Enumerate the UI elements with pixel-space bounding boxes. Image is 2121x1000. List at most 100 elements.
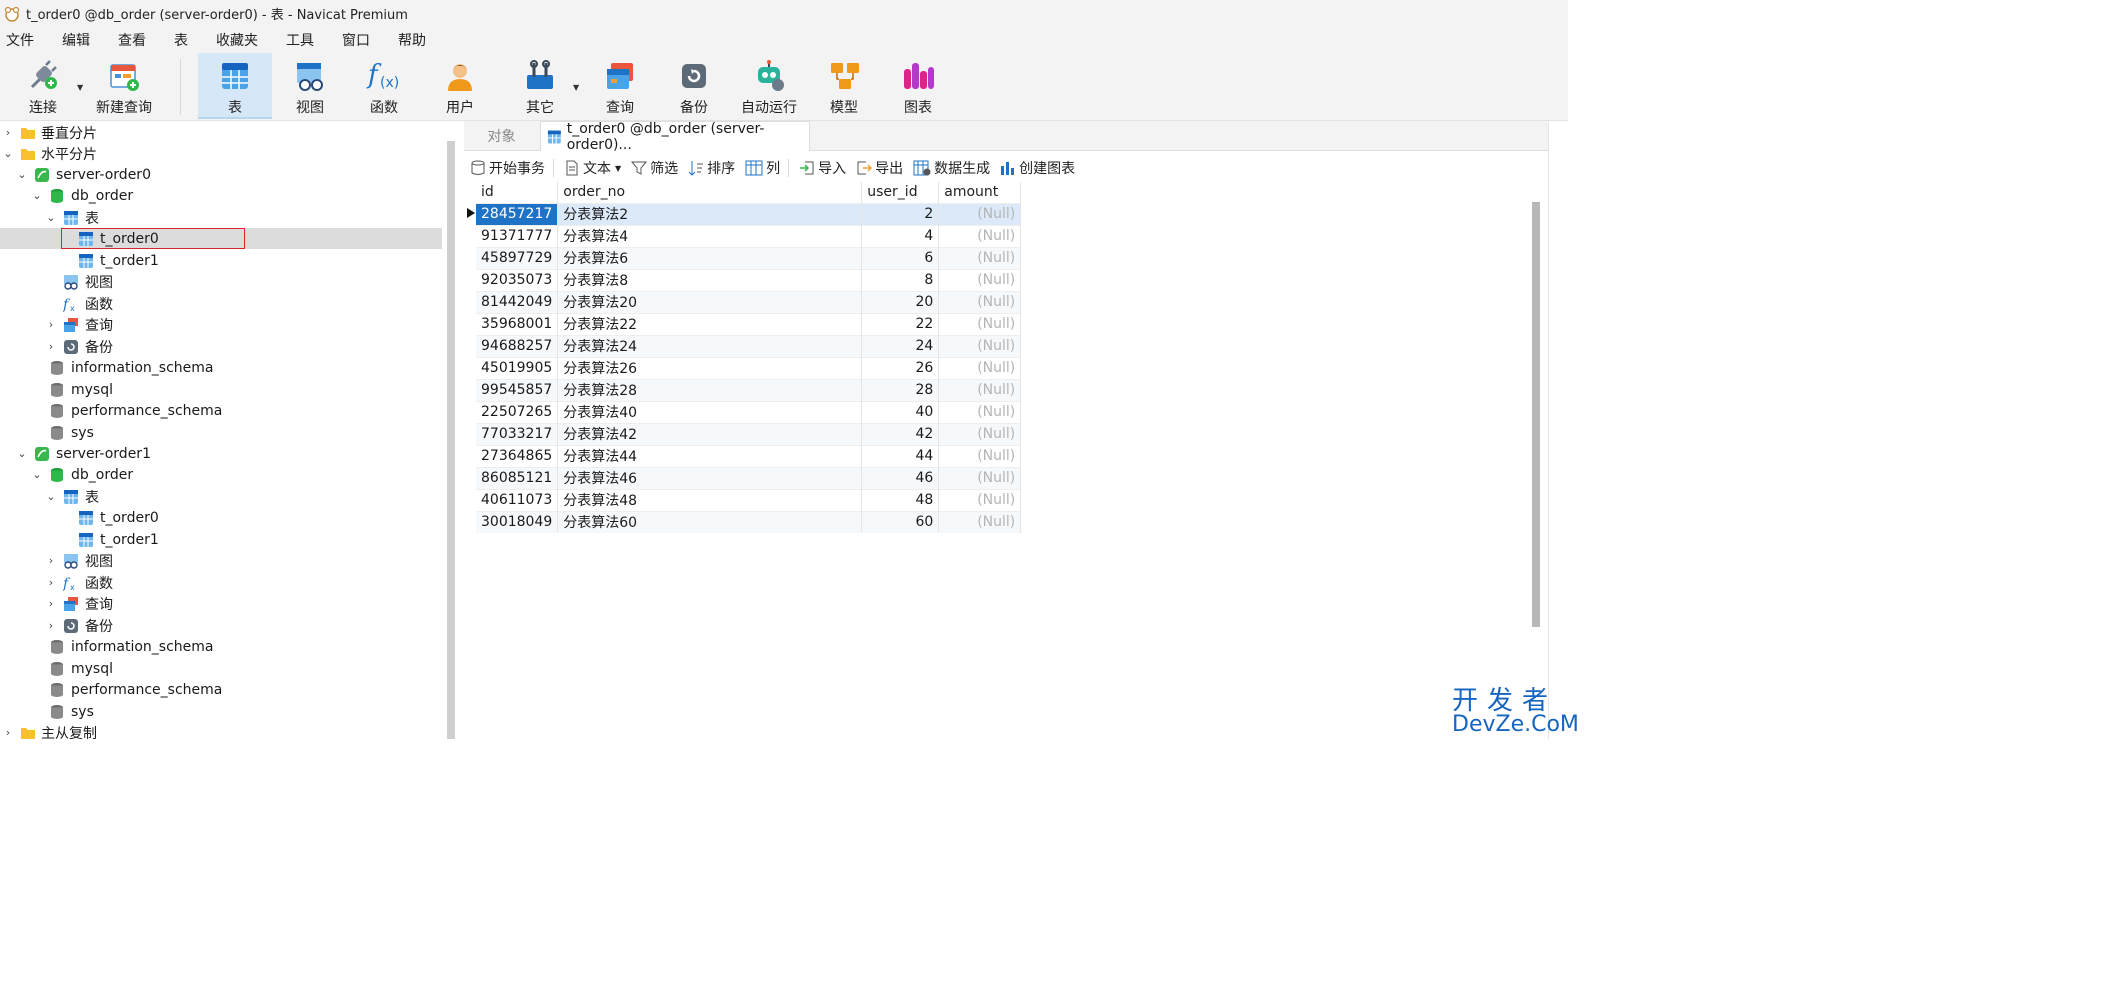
tree-node-server-order1[interactable]: ⌄ server-order1 xyxy=(0,443,442,464)
chevron-right-icon[interactable]: › xyxy=(2,726,14,739)
tree-node-views[interactable]: 视图 xyxy=(0,271,442,292)
cell-id[interactable]: 27364865 xyxy=(476,444,559,467)
menu-view[interactable]: 查看 xyxy=(112,30,160,50)
chevron-right-icon[interactable]: › xyxy=(45,318,57,331)
table-row[interactable]: 86085121 分表算法46 46 (Null) xyxy=(476,466,1022,489)
table-row[interactable]: 94688257 分表算法24 24 (Null) xyxy=(476,334,1022,357)
chevron-right-icon[interactable]: › xyxy=(45,597,57,610)
cell-user-id[interactable]: 42 xyxy=(861,422,940,445)
query-button[interactable]: 查询 xyxy=(590,53,650,119)
backup-button[interactable]: 备份 xyxy=(664,53,724,119)
cell-id[interactable]: 22507265 xyxy=(476,400,559,423)
cell-user-id[interactable]: 6 xyxy=(861,246,940,269)
tree-node-db-order[interactable]: ⌄ db_order xyxy=(0,185,442,206)
table-button[interactable]: 表 xyxy=(198,53,272,119)
cell-order-no[interactable]: 分表算法40 xyxy=(557,400,863,423)
tree-node-tables[interactable]: ⌄ 表 xyxy=(0,207,442,228)
cell-order-no[interactable]: 分表算法42 xyxy=(557,422,863,445)
cell-user-id[interactable]: 44 xyxy=(861,444,940,467)
tree-node-horizontal-sharding[interactable]: ⌄ 水平分片 xyxy=(0,143,442,164)
tree-node-functions[interactable]: › f x 函数 xyxy=(0,572,442,593)
grid-scrollbar[interactable] xyxy=(1528,182,1548,739)
cell-id[interactable]: 35968001 xyxy=(476,312,559,335)
table-row[interactable]: 99545857 分表算法28 28 (Null) xyxy=(476,378,1022,401)
tree-node-mysql[interactable]: mysql xyxy=(0,658,442,679)
tree-node-information-schema[interactable]: information_schema xyxy=(0,636,442,657)
cell-id[interactable]: 86085121 xyxy=(476,466,559,489)
tree-node-views[interactable]: › 视图 xyxy=(0,550,442,571)
cell-user-id[interactable]: 46 xyxy=(861,466,940,489)
table-row[interactable]: 27364865 分表算法44 44 (Null) xyxy=(476,444,1022,467)
tree-node-performance-schema[interactable]: performance_schema xyxy=(0,400,442,421)
chevron-down-icon[interactable]: ⌄ xyxy=(45,211,57,224)
view-button[interactable]: 视图 xyxy=(280,53,340,119)
table-row[interactable]: 45897729 分表算法6 6 (Null) xyxy=(476,246,1022,269)
chevron-right-icon[interactable]: › xyxy=(2,126,14,139)
connect-dropdown-icon[interactable]: ▼ xyxy=(77,83,83,92)
cell-order-no[interactable]: 分表算法2 xyxy=(557,202,863,225)
data-generation-button[interactable]: 数据生成 xyxy=(913,158,990,178)
cell-order-no[interactable]: 分表算法22 xyxy=(557,312,863,335)
cell-id[interactable]: 45897729 xyxy=(476,246,559,269)
table-row[interactable]: 77033217 分表算法42 42 (Null) xyxy=(476,422,1022,445)
sort-button[interactable]: 排序 xyxy=(688,158,735,178)
cell-user-id[interactable]: 24 xyxy=(861,334,940,357)
tree-node-queries[interactable]: › 查询 xyxy=(0,593,442,614)
other-dropdown-icon[interactable]: ▼ xyxy=(573,83,579,92)
cell-order-no[interactable]: 分表算法60 xyxy=(557,510,863,533)
tree-scrollbar[interactable] xyxy=(442,121,464,739)
tree-node-sys[interactable]: sys xyxy=(0,701,442,722)
chevron-down-icon[interactable]: ⌄ xyxy=(2,147,14,160)
chevron-down-icon[interactable]: ⌄ xyxy=(16,447,28,460)
table-row[interactable]: 91371777 分表算法4 4 (Null) xyxy=(476,224,1022,247)
column-header-user-id[interactable]: user_id xyxy=(861,182,940,203)
menu-tools[interactable]: 工具 xyxy=(280,30,328,50)
cell-amount[interactable]: (Null) xyxy=(938,202,1022,225)
cell-amount[interactable]: (Null) xyxy=(938,334,1022,357)
chevron-down-icon[interactable]: ⌄ xyxy=(31,468,43,481)
connect-button[interactable]: 连接 xyxy=(14,53,72,119)
tree-node-mysql[interactable]: mysql xyxy=(0,379,442,400)
cell-id[interactable]: 40611073 xyxy=(476,488,559,511)
tree-node-information-schema[interactable]: information_schema xyxy=(0,357,442,378)
table-row[interactable]: 30018049 分表算法60 60 (Null) xyxy=(476,510,1022,533)
tree-node-master-slave[interactable]: › 主从复制 xyxy=(0,722,442,740)
cell-id[interactable]: 81442049 xyxy=(476,290,559,313)
cell-amount[interactable]: (Null) xyxy=(938,356,1022,379)
table-row[interactable]: 40611073 分表算法48 48 (Null) xyxy=(476,488,1022,511)
cell-user-id[interactable]: 22 xyxy=(861,312,940,335)
chevron-down-icon[interactable]: ⌄ xyxy=(45,490,57,503)
cell-id[interactable]: 45019905 xyxy=(476,356,559,379)
cell-amount[interactable]: (Null) xyxy=(938,378,1022,401)
menu-file[interactable]: 文件 xyxy=(0,30,48,50)
cell-id[interactable]: 94688257 xyxy=(476,334,559,357)
cell-amount[interactable]: (Null) xyxy=(938,444,1022,467)
menu-window[interactable]: 窗口 xyxy=(336,30,384,50)
filter-button[interactable]: 筛选 xyxy=(631,158,678,178)
chevron-right-icon[interactable]: › xyxy=(45,619,57,632)
scrollbar-thumb[interactable] xyxy=(447,141,455,739)
cell-id[interactable]: 92035073 xyxy=(476,268,559,291)
cell-amount[interactable]: (Null) xyxy=(938,488,1022,511)
menu-help[interactable]: 帮助 xyxy=(392,30,440,50)
tree-node-t-order1[interactable]: t_order1 xyxy=(0,529,442,550)
cell-order-no[interactable]: 分表算法4 xyxy=(557,224,863,247)
menu-edit[interactable]: 编辑 xyxy=(56,30,104,50)
table-row[interactable]: 35968001 分表算法22 22 (Null) xyxy=(476,312,1022,335)
cell-amount[interactable]: (Null) xyxy=(938,246,1022,269)
columns-button[interactable]: 列 xyxy=(745,158,780,178)
cell-amount[interactable]: (Null) xyxy=(938,312,1022,335)
column-header-order-no[interactable]: order_no xyxy=(557,182,863,203)
scrollbar-thumb[interactable] xyxy=(1532,202,1540,627)
tree-node-functions[interactable]: f x 函数 xyxy=(0,293,442,314)
cell-amount[interactable]: (Null) xyxy=(938,290,1022,313)
table-row[interactable]: 81442049 分表算法20 20 (Null) xyxy=(476,290,1022,313)
chart-button[interactable]: 图表 xyxy=(888,53,948,119)
tree-node-sys[interactable]: sys xyxy=(0,422,442,443)
cell-amount[interactable]: (Null) xyxy=(938,224,1022,247)
tab-t-order0[interactable]: t_order0 @db_order (server-order0)... xyxy=(540,121,810,153)
chevron-down-icon[interactable]: ⌄ xyxy=(31,189,43,202)
tree-node-t-order0[interactable]: t_order0 xyxy=(0,228,442,249)
tree-node-performance-schema[interactable]: performance_schema xyxy=(0,679,442,700)
chevron-right-icon[interactable]: › xyxy=(45,554,57,567)
